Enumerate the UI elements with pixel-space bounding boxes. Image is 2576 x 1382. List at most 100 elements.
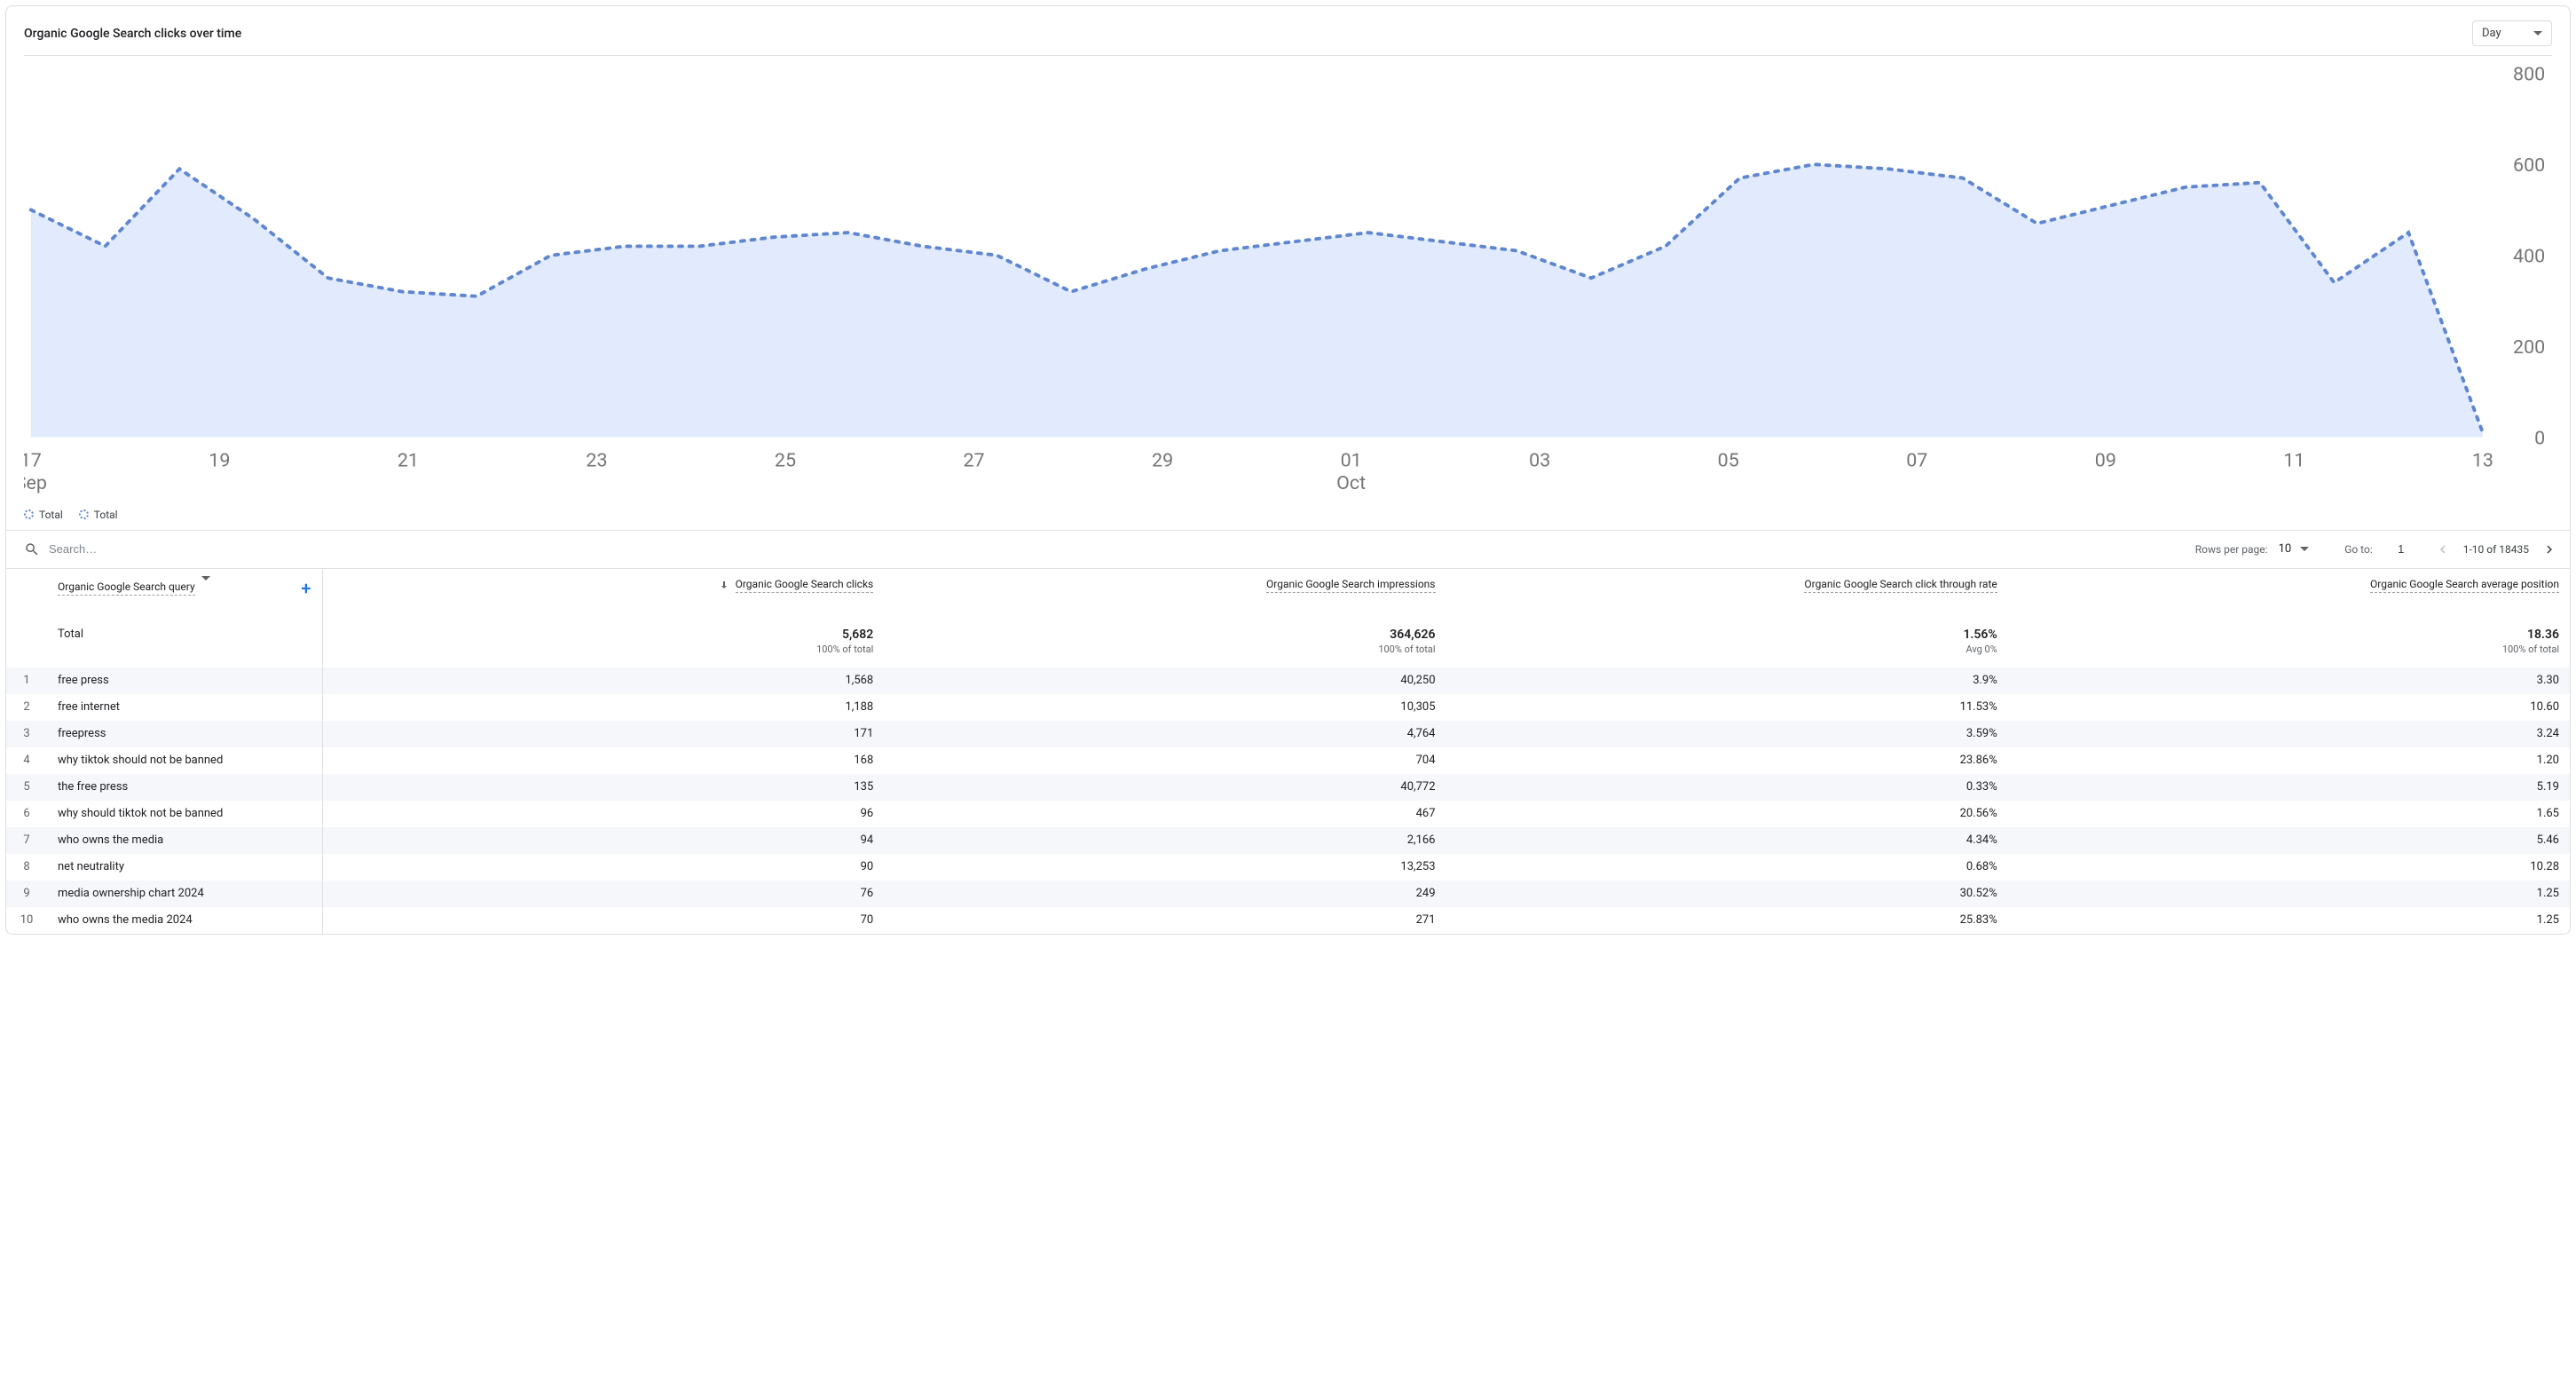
row-impressions: 10,305 <box>884 694 1446 721</box>
table-row[interactable]: 6why should tiktok not be banned9646720.… <box>6 801 2570 827</box>
header-ctr[interactable]: Organic Google Search click through rate <box>1446 568 2008 612</box>
range-text: 1-10 of 18435 <box>2463 543 2529 556</box>
rows-per-page-value: 10 <box>2279 542 2292 556</box>
row-query: free internet <box>47 694 322 721</box>
header-position-label: Organic Google Search average position <box>2370 578 2559 593</box>
row-position: 3.24 <box>2008 721 2570 747</box>
goto-input[interactable] <box>2380 541 2422 557</box>
svg-text:25: 25 <box>775 450 796 472</box>
svg-text:21: 21 <box>398 450 419 472</box>
rows-per-page-label: Rows per page: <box>2195 543 2268 556</box>
chevron-left-icon <box>2435 541 2451 557</box>
svg-text:09: 09 <box>2095 450 2116 472</box>
row-ctr: 0.68% <box>1446 854 2008 881</box>
svg-text:11: 11 <box>2283 450 2304 472</box>
next-page-button[interactable] <box>2536 536 2563 563</box>
row-query: who owns the media <box>47 827 322 854</box>
row-clicks: 70 <box>322 907 884 934</box>
clicks-chart[interactable]: 020040060080017Sep19212325272901Oct03050… <box>24 65 2552 498</box>
header-query[interactable]: Organic Google Search query + <box>47 568 322 612</box>
legend-label: Total <box>39 509 63 521</box>
row-clicks: 94 <box>322 827 884 854</box>
chart-legend: Total Total <box>6 505 2570 530</box>
table-row[interactable]: 10who owns the media 20247027125.83%1.25 <box>6 907 2570 934</box>
row-ctr: 3.9% <box>1446 667 2008 694</box>
table-row[interactable]: 8net neutrality9013,2530.68%10.28 <box>6 854 2570 881</box>
caret-down-icon <box>2533 31 2542 36</box>
table-row[interactable]: 2free internet1,18810,30511.53%10.60 <box>6 694 2570 721</box>
header-impressions-label: Organic Google Search impressions <box>1266 578 1435 593</box>
row-position: 10.60 <box>2008 694 2570 721</box>
row-impressions: 13,253 <box>884 854 1446 881</box>
row-number: 3 <box>6 721 47 747</box>
row-number: 5 <box>6 774 47 801</box>
row-impressions: 4,764 <box>884 721 1446 747</box>
svg-text:800: 800 <box>2513 65 2545 86</box>
header-clicks[interactable]: Organic Google Search clicks <box>322 568 884 612</box>
header-query-label: Organic Google Search query <box>58 580 195 596</box>
search-icon <box>24 541 40 557</box>
interval-dropdown[interactable]: Day <box>2472 20 2552 46</box>
row-ctr: 20.56% <box>1446 801 2008 827</box>
row-number: 10 <box>6 907 47 934</box>
rows-per-page-dropdown[interactable]: 10 <box>2275 539 2313 559</box>
row-clicks: 135 <box>322 774 884 801</box>
svg-text:17: 17 <box>24 450 42 472</box>
legend-swatch-icon <box>79 509 89 519</box>
row-clicks: 76 <box>322 881 884 907</box>
legend-item[interactable]: Total <box>79 509 118 521</box>
row-position: 1.65 <box>2008 801 2570 827</box>
table-row[interactable]: 1free press1,56840,2503.9%3.30 <box>6 667 2570 694</box>
row-ctr: 30.52% <box>1446 881 2008 907</box>
table-row[interactable]: 5the free press13540,7720.33%5.19 <box>6 774 2570 801</box>
caret-down-icon <box>2300 547 2309 551</box>
svg-text:29: 29 <box>1152 450 1173 472</box>
table-row[interactable]: 3freepress1714,7643.59%3.24 <box>6 721 2570 747</box>
chart-container: 020040060080017Sep19212325272901Oct03050… <box>6 56 2570 505</box>
row-position: 5.46 <box>2008 827 2570 854</box>
row-clicks: 168 <box>322 747 884 774</box>
interval-value: Day <box>2482 27 2501 40</box>
search-input[interactable] <box>47 541 1115 557</box>
table-header-row: Organic Google Search query + Organic Go… <box>6 568 2570 612</box>
analytics-card: Organic Google Search clicks over time D… <box>5 5 2571 935</box>
svg-text:05: 05 <box>1718 450 1739 472</box>
table-row[interactable]: 7who owns the media942,1664.34%5.46 <box>6 827 2570 854</box>
row-query: why should tiktok not be banned <box>47 801 322 827</box>
row-number: 4 <box>6 747 47 774</box>
legend-label: Total <box>94 509 118 521</box>
add-dimension-button[interactable]: + <box>301 578 311 599</box>
row-position: 3.30 <box>2008 667 2570 694</box>
row-impressions: 271 <box>884 907 1446 934</box>
chevron-right-icon <box>2541 541 2557 557</box>
row-query: media ownership chart 2024 <box>47 881 322 907</box>
row-impressions: 2,166 <box>884 827 1446 854</box>
row-clicks: 1,568 <box>322 667 884 694</box>
header-number <box>6 568 47 612</box>
card-header: Organic Google Search clicks over time D… <box>6 6 2570 55</box>
row-clicks: 1,188 <box>322 694 884 721</box>
row-impressions: 704 <box>884 747 1446 774</box>
svg-text:03: 03 <box>1529 450 1550 472</box>
row-impressions: 249 <box>884 881 1446 907</box>
header-impressions[interactable]: Organic Google Search impressions <box>884 568 1446 612</box>
row-position: 1.25 <box>2008 907 2570 934</box>
prev-page-button[interactable] <box>2430 536 2456 563</box>
row-impressions: 467 <box>884 801 1446 827</box>
table-row[interactable]: 9media ownership chart 20247624930.52%1.… <box>6 881 2570 907</box>
svg-text:600: 600 <box>2513 154 2545 177</box>
caret-down-icon <box>201 576 210 593</box>
header-position[interactable]: Organic Google Search average position <box>2008 568 2570 612</box>
svg-text:Sep: Sep <box>24 472 47 494</box>
svg-text:0: 0 <box>2534 427 2545 449</box>
row-clicks: 90 <box>322 854 884 881</box>
row-number: 6 <box>6 801 47 827</box>
card-title: Organic Google Search clicks over time <box>24 27 241 41</box>
table-controls: Rows per page: 10 Go to: 1-10 of 18435 <box>6 530 2570 568</box>
row-ctr: 4.34% <box>1446 827 2008 854</box>
header-ctr-label: Organic Google Search click through rate <box>1804 578 1997 593</box>
svg-text:27: 27 <box>963 450 984 472</box>
table-row[interactable]: 4why tiktok should not be banned16870423… <box>6 747 2570 774</box>
row-number: 9 <box>6 881 47 907</box>
legend-item[interactable]: Total <box>24 509 63 521</box>
